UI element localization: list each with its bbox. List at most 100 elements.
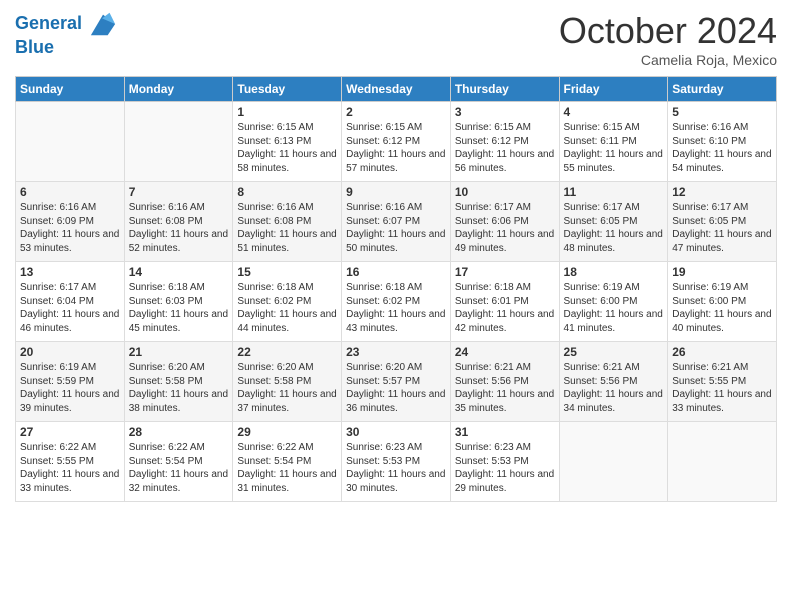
calendar-table: SundayMondayTuesdayWednesdayThursdayFrid… xyxy=(15,76,777,502)
calendar-cell: 26 Sunrise: 6:21 AM Sunset: 5:55 PM Dayli… xyxy=(668,342,777,422)
day-number: 19 xyxy=(672,265,772,279)
calendar-cell: 14 Sunrise: 6:18 AM Sunset: 6:03 PM Dayli… xyxy=(124,262,233,342)
day-number: 10 xyxy=(455,185,555,199)
calendar-cell: 12 Sunrise: 6:17 AM Sunset: 6:05 PM Dayli… xyxy=(668,182,777,262)
day-number: 25 xyxy=(564,345,664,359)
day-info: Sunrise: 6:17 AM Sunset: 6:04 PM Dayligh… xyxy=(20,281,120,335)
calendar-cell: 31 Sunrise: 6:23 AM Sunset: 5:53 PM Dayli… xyxy=(450,422,559,502)
day-number: 26 xyxy=(672,345,772,359)
day-number: 23 xyxy=(346,345,446,359)
day-number: 7 xyxy=(129,185,229,199)
day-info: Sunrise: 6:20 AM Sunset: 5:57 PM Dayligh… xyxy=(346,361,446,415)
logo-icon xyxy=(89,10,117,38)
day-number: 22 xyxy=(237,345,337,359)
title-block: October 2024 Camelia Roja, Mexico xyxy=(559,10,777,68)
calendar-week-row: 20Sunrise: 6:19 AM Sunset: 5:59 PM Dayli… xyxy=(16,342,777,422)
day-info: Sunrise: 6:17 AM Sunset: 6:05 PM Dayligh… xyxy=(564,201,664,255)
calendar-cell: 30 Sunrise: 6:23 AM Sunset: 5:53 PM Dayli… xyxy=(342,422,451,502)
day-number: 9 xyxy=(346,185,446,199)
day-number: 24 xyxy=(455,345,555,359)
day-info: Sunrise: 6:15 AM Sunset: 6:12 PM Dayligh… xyxy=(455,121,555,175)
day-number: 3 xyxy=(455,105,555,119)
day-info: Sunrise: 6:20 AM Sunset: 5:58 PM Dayligh… xyxy=(129,361,229,415)
calendar-cell: 27Sunrise: 6:22 AM Sunset: 5:55 PM Dayli… xyxy=(16,422,125,502)
day-number: 21 xyxy=(129,345,229,359)
day-number: 16 xyxy=(346,265,446,279)
day-info: Sunrise: 6:18 AM Sunset: 6:01 PM Dayligh… xyxy=(455,281,555,335)
day-number: 1 xyxy=(237,105,337,119)
calendar-cell: 17 Sunrise: 6:18 AM Sunset: 6:01 PM Dayli… xyxy=(450,262,559,342)
calendar-cell: 25 Sunrise: 6:21 AM Sunset: 5:56 PM Dayli… xyxy=(559,342,668,422)
day-number: 4 xyxy=(564,105,664,119)
day-number: 17 xyxy=(455,265,555,279)
day-info: Sunrise: 6:21 AM Sunset: 5:56 PM Dayligh… xyxy=(455,361,555,415)
day-info: Sunrise: 6:16 AM Sunset: 6:10 PM Dayligh… xyxy=(672,121,772,175)
calendar-week-row: 1 Sunrise: 6:15 AM Sunset: 6:13 PM Daylig… xyxy=(16,102,777,182)
calendar-cell: 16 Sunrise: 6:18 AM Sunset: 6:02 PM Dayli… xyxy=(342,262,451,342)
day-info: Sunrise: 6:22 AM Sunset: 5:54 PM Dayligh… xyxy=(237,441,337,495)
calendar-week-row: 27Sunrise: 6:22 AM Sunset: 5:55 PM Dayli… xyxy=(16,422,777,502)
day-number: 29 xyxy=(237,425,337,439)
calendar-cell: 20Sunrise: 6:19 AM Sunset: 5:59 PM Dayli… xyxy=(16,342,125,422)
calendar-cell xyxy=(16,102,125,182)
calendar-week-row: 6 Sunrise: 6:16 AM Sunset: 6:09 PM Daylig… xyxy=(16,182,777,262)
day-number: 15 xyxy=(237,265,337,279)
logo-text: General xyxy=(15,10,117,38)
calendar-cell xyxy=(559,422,668,502)
day-info: Sunrise: 6:18 AM Sunset: 6:03 PM Dayligh… xyxy=(129,281,229,335)
day-number: 6 xyxy=(20,185,120,199)
calendar-cell: 1 Sunrise: 6:15 AM Sunset: 6:13 PM Daylig… xyxy=(233,102,342,182)
calendar-cell: 24 Sunrise: 6:21 AM Sunset: 5:56 PM Dayli… xyxy=(450,342,559,422)
weekday-header-friday: Friday xyxy=(559,77,668,102)
day-info: Sunrise: 6:18 AM Sunset: 6:02 PM Dayligh… xyxy=(237,281,337,335)
day-info: Sunrise: 6:15 AM Sunset: 6:12 PM Dayligh… xyxy=(346,121,446,175)
weekday-header-saturday: Saturday xyxy=(668,77,777,102)
day-number: 5 xyxy=(672,105,772,119)
calendar-cell: 23 Sunrise: 6:20 AM Sunset: 5:57 PM Dayli… xyxy=(342,342,451,422)
day-info: Sunrise: 6:15 AM Sunset: 6:11 PM Dayligh… xyxy=(564,121,664,175)
day-number: 12 xyxy=(672,185,772,199)
day-info: Sunrise: 6:23 AM Sunset: 5:53 PM Dayligh… xyxy=(346,441,446,495)
logo-line2: Blue xyxy=(15,38,117,58)
day-info: Sunrise: 6:19 AM Sunset: 6:00 PM Dayligh… xyxy=(672,281,772,335)
page-header: General Blue October 2024 Camelia Roja, … xyxy=(15,10,777,68)
day-info: Sunrise: 6:17 AM Sunset: 6:06 PM Dayligh… xyxy=(455,201,555,255)
day-number: 20 xyxy=(20,345,120,359)
logo: General Blue xyxy=(15,10,117,58)
calendar-cell xyxy=(124,102,233,182)
day-number: 14 xyxy=(129,265,229,279)
calendar-cell: 15 Sunrise: 6:18 AM Sunset: 6:02 PM Dayli… xyxy=(233,262,342,342)
calendar-cell: 22 Sunrise: 6:20 AM Sunset: 5:58 PM Dayli… xyxy=(233,342,342,422)
calendar-cell: 5 Sunrise: 6:16 AM Sunset: 6:10 PM Daylig… xyxy=(668,102,777,182)
day-number: 31 xyxy=(455,425,555,439)
day-number: 13 xyxy=(20,265,120,279)
day-number: 27 xyxy=(20,425,120,439)
day-info: Sunrise: 6:21 AM Sunset: 5:55 PM Dayligh… xyxy=(672,361,772,415)
calendar-cell: 3 Sunrise: 6:15 AM Sunset: 6:12 PM Daylig… xyxy=(450,102,559,182)
day-info: Sunrise: 6:16 AM Sunset: 6:09 PM Dayligh… xyxy=(20,201,120,255)
day-info: Sunrise: 6:21 AM Sunset: 5:56 PM Dayligh… xyxy=(564,361,664,415)
calendar-cell: 10 Sunrise: 6:17 AM Sunset: 6:06 PM Dayli… xyxy=(450,182,559,262)
day-info: Sunrise: 6:15 AM Sunset: 6:13 PM Dayligh… xyxy=(237,121,337,175)
day-info: Sunrise: 6:23 AM Sunset: 5:53 PM Dayligh… xyxy=(455,441,555,495)
calendar-cell xyxy=(668,422,777,502)
calendar-cell: 11 Sunrise: 6:17 AM Sunset: 6:05 PM Dayli… xyxy=(559,182,668,262)
month-title: October 2024 xyxy=(559,10,777,52)
calendar-cell: 28Sunrise: 6:22 AM Sunset: 5:54 PM Dayli… xyxy=(124,422,233,502)
day-info: Sunrise: 6:19 AM Sunset: 6:00 PM Dayligh… xyxy=(564,281,664,335)
day-info: Sunrise: 6:16 AM Sunset: 6:08 PM Dayligh… xyxy=(237,201,337,255)
calendar-cell: 6 Sunrise: 6:16 AM Sunset: 6:09 PM Daylig… xyxy=(16,182,125,262)
calendar-week-row: 13 Sunrise: 6:17 AM Sunset: 6:04 PM Dayli… xyxy=(16,262,777,342)
calendar-cell: 9Sunrise: 6:16 AM Sunset: 6:07 PM Daylig… xyxy=(342,182,451,262)
day-info: Sunrise: 6:18 AM Sunset: 6:02 PM Dayligh… xyxy=(346,281,446,335)
day-info: Sunrise: 6:17 AM Sunset: 6:05 PM Dayligh… xyxy=(672,201,772,255)
day-number: 11 xyxy=(564,185,664,199)
day-info: Sunrise: 6:22 AM Sunset: 5:54 PM Dayligh… xyxy=(129,441,229,495)
calendar-cell: 29 Sunrise: 6:22 AM Sunset: 5:54 PM Dayli… xyxy=(233,422,342,502)
calendar-cell: 18Sunrise: 6:19 AM Sunset: 6:00 PM Dayli… xyxy=(559,262,668,342)
day-info: Sunrise: 6:20 AM Sunset: 5:58 PM Dayligh… xyxy=(237,361,337,415)
weekday-header-tuesday: Tuesday xyxy=(233,77,342,102)
calendar-cell: 13 Sunrise: 6:17 AM Sunset: 6:04 PM Dayli… xyxy=(16,262,125,342)
day-number: 30 xyxy=(346,425,446,439)
weekday-header-sunday: Sunday xyxy=(16,77,125,102)
